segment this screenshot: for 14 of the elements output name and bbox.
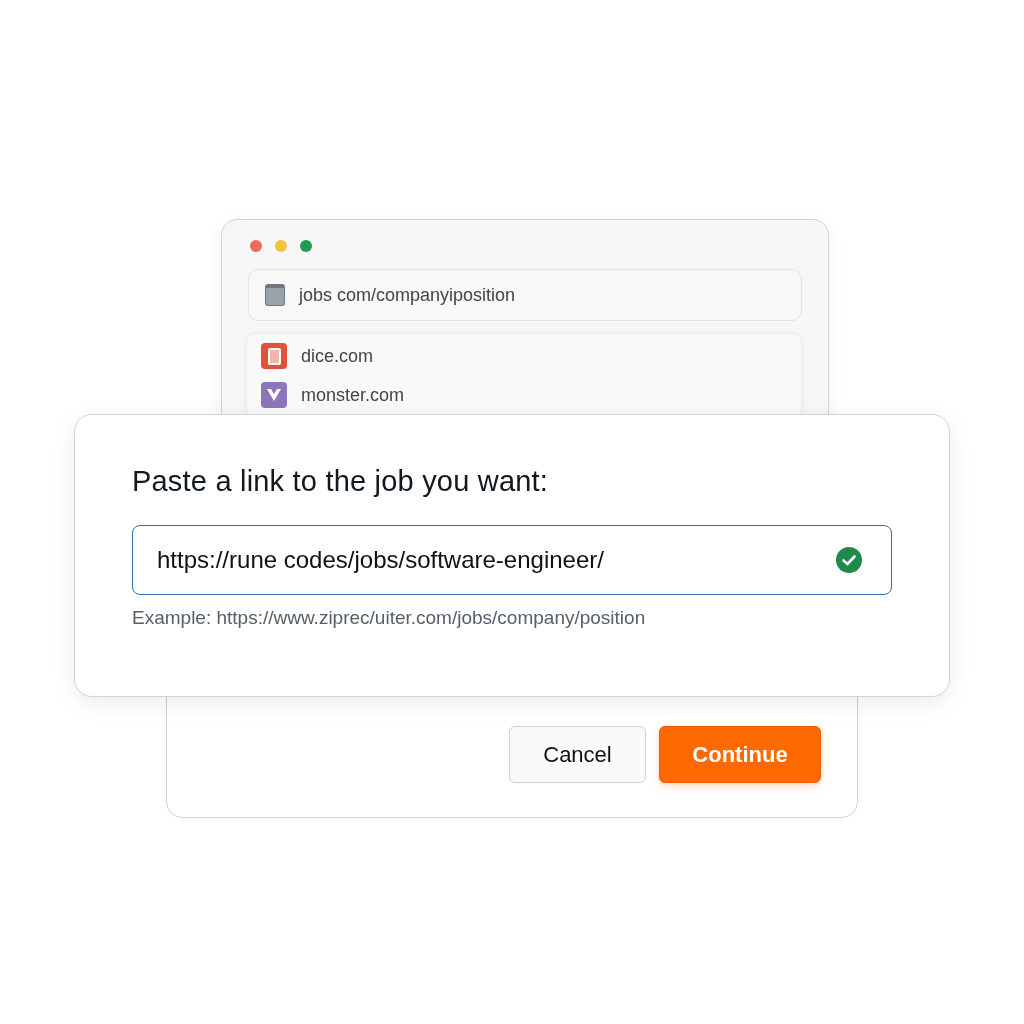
minimize-icon[interactable] bbox=[275, 240, 287, 252]
maximize-icon[interactable] bbox=[300, 240, 312, 252]
hint-text: Example: https://www.ziprec/uiter.com/jobs/company/position bbox=[132, 607, 647, 629]
suggestion-item[interactable]: dice.com bbox=[301, 345, 374, 367]
page-icon bbox=[265, 284, 285, 306]
address-bar[interactable]: jobs com/companyiposition bbox=[248, 269, 802, 321]
suggestion-item[interactable]: monster.com bbox=[301, 384, 405, 406]
cancel-button[interactable]: Cancel bbox=[509, 726, 646, 783]
site-icon bbox=[261, 382, 287, 408]
link-field[interactable]: https://rune codes/jobs/software-engineer/ bbox=[132, 525, 892, 595]
close-icon[interactable] bbox=[250, 240, 262, 252]
site-icon bbox=[261, 343, 287, 369]
dialog-title: Paste a link to the job you want: bbox=[132, 465, 550, 498]
address-text: jobs com/companyiposition bbox=[299, 284, 516, 306]
